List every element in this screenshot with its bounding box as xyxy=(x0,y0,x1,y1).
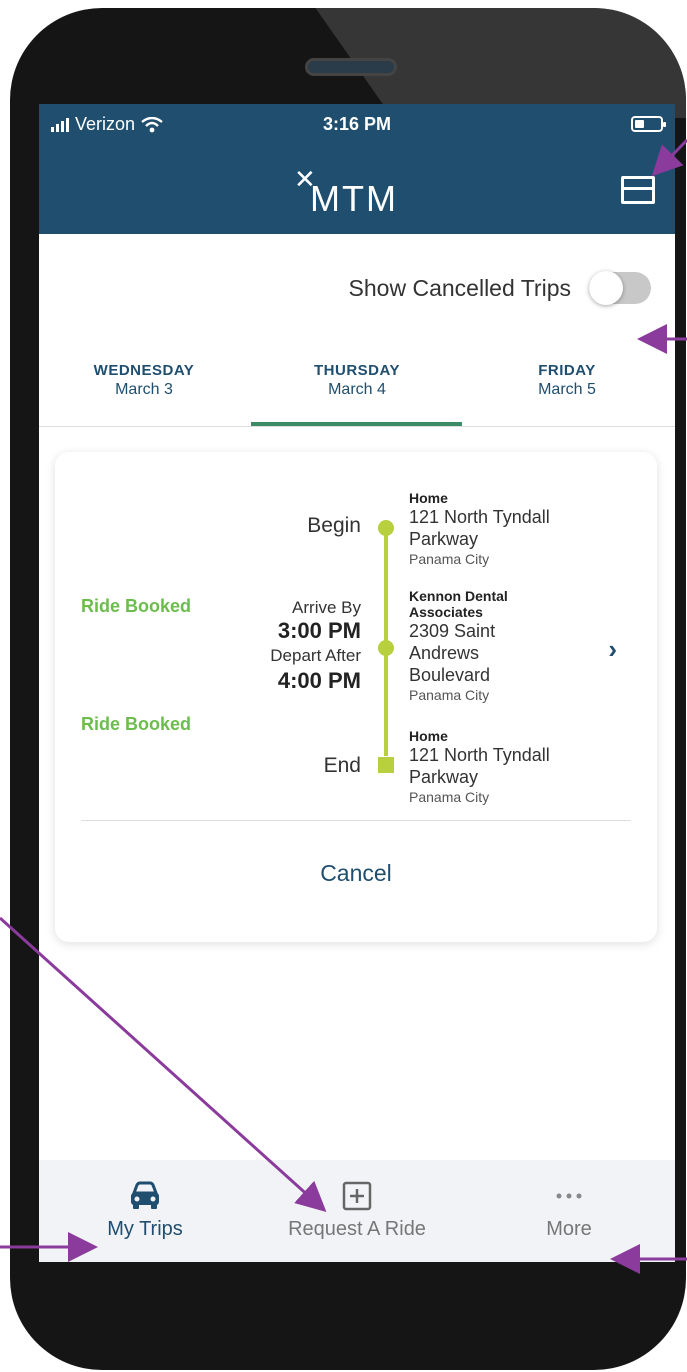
show-cancelled-toggle[interactable] xyxy=(589,271,651,305)
arrive-by-label: Arrive By xyxy=(292,598,361,617)
tab-friday[interactable]: FRIDAY March 5 xyxy=(467,362,667,399)
stop-address-line: 121 North Tyndall xyxy=(409,507,550,527)
chevron-right-icon[interactable]: › xyxy=(608,634,617,665)
mtm-logo: ✕ MTM xyxy=(294,164,424,219)
tab-label: Request A Ride xyxy=(288,1218,426,1240)
cancel-button[interactable]: Cancel xyxy=(55,860,657,887)
depart-after-time: 4:00 PM xyxy=(277,668,361,693)
stop-end: Home 121 North Tyndall Parkway Panama Ci… xyxy=(409,728,579,806)
timeline-end-square xyxy=(378,757,394,773)
end-label: End xyxy=(323,754,361,777)
stop-title: Associates xyxy=(409,604,483,620)
card-divider xyxy=(81,820,631,821)
show-cancelled-row: Show Cancelled Trips xyxy=(348,271,651,305)
depart-after-label: Depart After xyxy=(270,646,361,665)
trip-status-return: Ride Booked xyxy=(81,714,192,734)
tab-my-trips[interactable]: My Trips xyxy=(39,1178,251,1241)
stop-address-line: Andrews xyxy=(409,643,480,663)
day-name: THURSDAY xyxy=(314,362,400,379)
trip-card[interactable]: Ride Booked Ride Booked Begin Arrive By … xyxy=(55,452,657,942)
stop-destination: Kennon Dental Associates 2309 Saint Andr… xyxy=(409,588,579,704)
menu-icon[interactable] xyxy=(621,176,655,204)
day-name: FRIDAY xyxy=(538,362,596,379)
begin-label: Begin xyxy=(307,514,361,537)
tab-wednesday[interactable]: WEDNESDAY March 3 xyxy=(44,362,244,399)
battery-icon xyxy=(631,116,666,132)
bottom-tab-bar: My Trips Request A Ride More xyxy=(39,1160,675,1262)
status-time: 3:16 PM xyxy=(322,114,392,134)
ellipsis-icon xyxy=(463,1178,675,1214)
toggle-knob xyxy=(589,271,623,305)
phone-speaker xyxy=(305,58,397,76)
day-date: March 4 xyxy=(328,381,386,398)
day-name: WEDNESDAY xyxy=(93,362,195,379)
trip-status-outbound: Ride Booked xyxy=(81,596,192,616)
tab-label: More xyxy=(546,1218,592,1240)
tab-request-a-ride[interactable]: Request A Ride xyxy=(251,1178,463,1241)
tab-label: My Trips xyxy=(107,1218,183,1240)
stop-title: Kennon Dental xyxy=(409,588,508,604)
stop-title: Home xyxy=(409,728,448,744)
app-screen: Verizon 3:16 PM ✕ MTM Show Cancelled Tri… xyxy=(39,104,675,1262)
stop-city: Panama City xyxy=(409,789,490,805)
timeline-mid-dot xyxy=(378,640,394,656)
stop-address-line: 2309 Saint xyxy=(409,621,496,641)
logo-text: MTM xyxy=(310,178,398,219)
tab-more[interactable]: More xyxy=(463,1178,675,1241)
tab-thursday[interactable]: THURSDAY March 4 xyxy=(257,362,457,399)
day-date: March 5 xyxy=(538,381,596,398)
stop-address-line: Parkway xyxy=(409,767,479,787)
arrive-by-time: 3:00 PM xyxy=(277,618,361,643)
stop-city: Panama City xyxy=(409,551,490,567)
stop-address-line: Boulevard xyxy=(409,665,491,685)
stop-begin: Home 121 North Tyndall Parkway Panama Ci… xyxy=(409,490,579,568)
stop-city: Panama City xyxy=(409,687,490,703)
car-icon xyxy=(39,1178,251,1214)
selected-day-indicator xyxy=(251,422,462,426)
status-bar: Verizon 3:16 PM xyxy=(39,112,675,138)
stop-address-line: Parkway xyxy=(409,529,479,549)
show-cancelled-label: Show Cancelled Trips xyxy=(348,274,571,301)
timeline-begin-dot xyxy=(378,520,394,536)
stop-address-line: 121 North Tyndall xyxy=(409,745,550,765)
day-selector: WEDNESDAY March 3 THURSDAY March 4 FRIDA… xyxy=(39,362,675,427)
app-header: Verizon 3:16 PM ✕ MTM xyxy=(39,104,675,234)
plus-square-icon xyxy=(251,1178,463,1214)
stop-title: Home xyxy=(409,490,448,506)
day-date: March 3 xyxy=(115,381,173,398)
